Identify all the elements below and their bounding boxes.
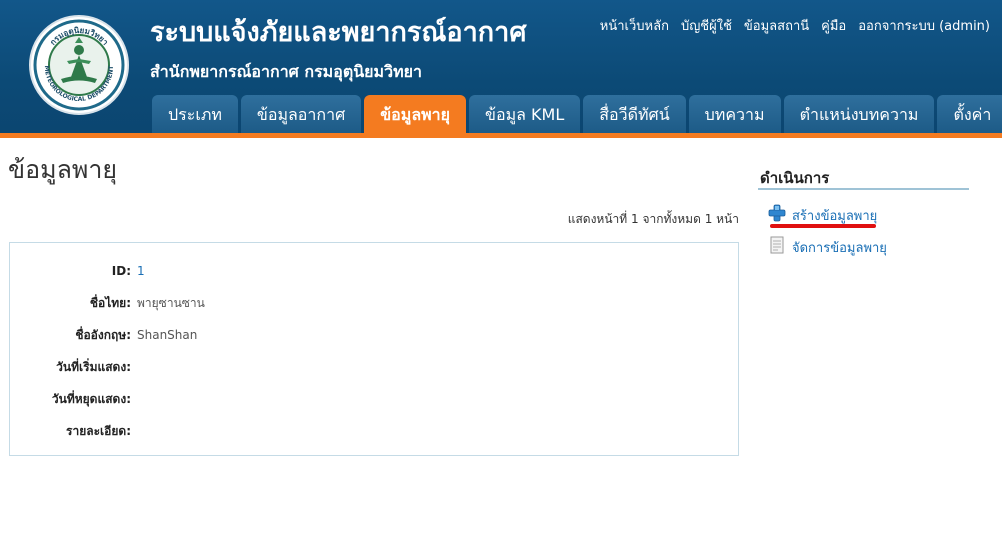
detail-value: พายุซานซาน — [137, 295, 205, 310]
top-link-logout[interactable]: ออกจากระบบ (admin) — [858, 15, 990, 36]
detail-row-end-date: วันที่หยุดแสดง: — [10, 389, 137, 409]
detail-label: รายละเอียด: — [66, 423, 131, 438]
sidebar-item-label: จัดการข้อมูลพายุ — [792, 240, 887, 256]
document-icon — [768, 236, 786, 258]
detail-label: ชื่อไทย: — [89, 295, 131, 310]
detail-value: 1 — [137, 264, 145, 278]
top-link-manual[interactable]: คู่มือ — [821, 15, 846, 36]
create-storm-link[interactable]: สร้างข้อมูลพายุ — [768, 204, 877, 226]
department-logo[interactable]: กรมอุตุนิยมวิทยา METEOROLOGICAL DEPARTME… — [29, 15, 129, 115]
detail-row-start-date: วันที่เริ่มแสดง: — [10, 357, 137, 377]
tab-videos[interactable]: สื่อวีดีทัศน์ — [583, 95, 686, 133]
detail-value: ShanShan — [137, 328, 198, 342]
detail-label: ID: — [111, 264, 131, 278]
site-title: ระบบแจ้งภัยและพยากรณ์อากาศ — [150, 17, 527, 48]
page-title: ข้อมูลพายุ — [8, 155, 118, 184]
sidebar-item-label: สร้างข้อมูลพายุ — [792, 208, 878, 224]
storm-detail-view: ID: 1 ชื่อไทย: พายุซานซาน ชื่ออังกฤษ: Sh… — [9, 242, 739, 456]
tab-article-positions[interactable]: ตำแหน่งบทความ — [783, 95, 935, 133]
tab-category[interactable]: ประเภท — [152, 95, 238, 133]
detail-row-thai-name: ชื่อไทย: พายุซานซาน — [10, 293, 205, 313]
detail-label: วันที่เริ่มแสดง: — [56, 359, 131, 374]
manage-storm-link[interactable]: จัดการข้อมูลพายุ — [768, 236, 887, 258]
top-link-homepage[interactable]: หน้าเว็บหลัก — [600, 15, 669, 36]
top-links: หน้าเว็บหลัก บัญชีผู้ใช้ ข้อมูลสถานี คู่… — [600, 15, 990, 36]
detail-row-id: ID: 1 — [10, 261, 145, 281]
detail-label: ชื่ออังกฤษ: — [75, 327, 131, 342]
header-accent-bar — [0, 133, 1002, 138]
tab-settings[interactable]: ตั้งค่า — [937, 95, 1002, 133]
site-subtitle: สำนักพยากรณ์อากาศ กรมอุตุนิยมวิทยา — [150, 62, 422, 81]
main-nav: ประเภท ข้อมูลอากาศ ข้อมูลพายุ ข้อมูล KML… — [152, 95, 1002, 133]
detail-row-description: รายละเอียด: — [10, 421, 137, 441]
logo-emblem-icon: กรมอุตุนิยมวิทยา METEOROLOGICAL DEPARTME… — [33, 19, 125, 111]
tab-storm-data[interactable]: ข้อมูลพายุ — [364, 95, 467, 133]
top-link-account[interactable]: บัญชีผู้ใช้ — [681, 15, 732, 36]
detail-row-english-name: ชื่ออังกฤษ: ShanShan — [10, 325, 197, 345]
header-banner: กรมอุตุนิยมวิทยา METEOROLOGICAL DEPARTME… — [0, 0, 1002, 138]
top-link-station-data[interactable]: ข้อมูลสถานี — [744, 15, 809, 36]
sidebar-title: ดำเนินการ — [760, 169, 830, 187]
sidebar-divider — [758, 188, 969, 190]
tab-articles[interactable]: บทความ — [688, 95, 781, 133]
highlight-underline — [770, 224, 876, 228]
pager-summary: แสดงหน้าที่ 1 จากทั้งหมด 1 หน้า — [567, 212, 739, 226]
tab-kml-data[interactable]: ข้อมูล KML — [469, 95, 581, 133]
plus-icon — [768, 204, 786, 226]
detail-label: วันที่หยุดแสดง: — [51, 391, 131, 406]
tab-weather-data[interactable]: ข้อมูลอากาศ — [240, 95, 362, 133]
